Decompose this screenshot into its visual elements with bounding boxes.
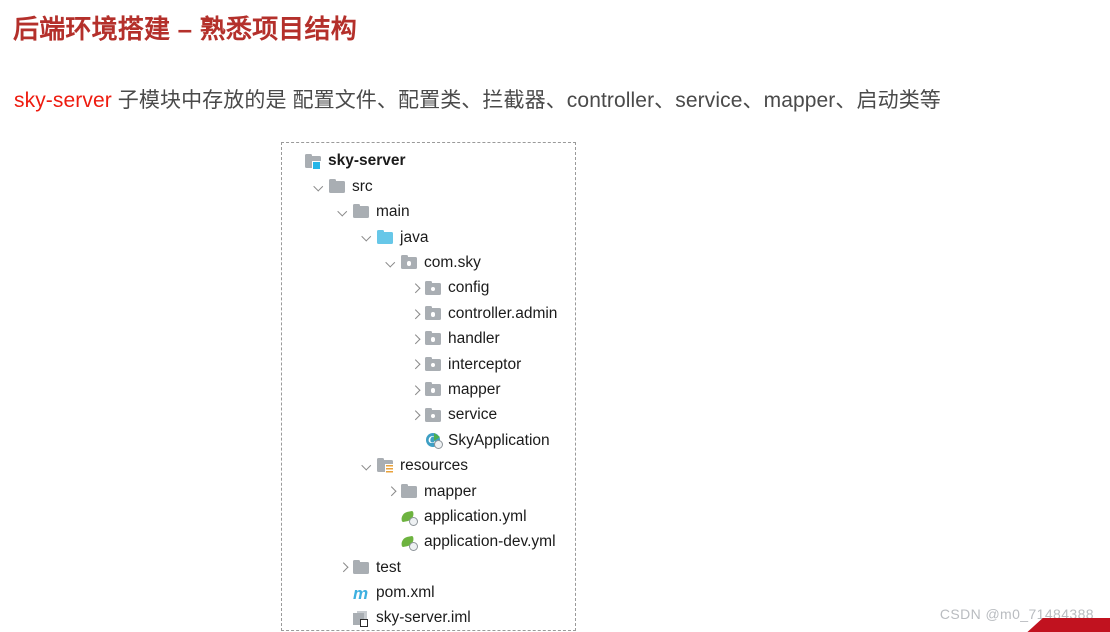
maven-icon: m <box>353 583 369 603</box>
tree-node[interactable]: m pom.xml <box>282 581 575 606</box>
folder-icon <box>400 483 419 500</box>
chevron-right-icon[interactable] <box>408 307 423 322</box>
spring-yml-icon <box>399 534 419 552</box>
spring-yml-icon <box>399 509 419 526</box>
package-icon <box>424 382 443 399</box>
tree-node-label: pom.xml <box>376 584 435 602</box>
folder-icon <box>328 179 347 196</box>
chevron-right-icon[interactable] <box>408 357 423 372</box>
tree-rows: sky-server src main java com.sky config contro… <box>282 149 575 630</box>
tree-node[interactable]: service <box>282 403 575 428</box>
tree-node-label: mapper <box>448 380 501 398</box>
chevron-down-icon[interactable] <box>360 459 375 474</box>
tree-node-label: sky-server.iml <box>376 609 471 627</box>
tree-node-label: application-dev.yml <box>424 533 556 551</box>
chevron-down-icon[interactable] <box>336 205 351 220</box>
tree-node-label: controller.admin <box>448 304 558 322</box>
tree-node-label: SkyApplication <box>448 431 550 449</box>
tree-node[interactable]: controller.admin <box>282 301 575 326</box>
project-tree-panel: sky-server src main java com.sky config contro… <box>281 142 576 631</box>
folder-icon <box>352 559 371 576</box>
tree-node[interactable]: C SkyApplication <box>282 428 575 453</box>
tree-node[interactable]: com.sky <box>282 251 575 276</box>
tree-node-label: src <box>352 177 373 195</box>
page-title: 后端环境搭建 – 熟悉项目结构 <box>13 14 357 44</box>
tree-node[interactable]: src <box>282 174 575 199</box>
tree-node[interactable]: sky-server <box>282 149 575 174</box>
tree-node-label: test <box>376 558 401 576</box>
resources-folder-icon <box>376 458 395 475</box>
chevron-right-icon[interactable] <box>384 484 399 499</box>
folder-icon <box>352 204 371 221</box>
tree-node[interactable]: main <box>282 200 575 225</box>
chevron-right-icon[interactable] <box>408 383 423 398</box>
source-root-folder-icon <box>376 229 395 246</box>
tree-node-label: main <box>376 203 410 221</box>
package-icon <box>424 356 443 373</box>
tree-node[interactable]: mapper <box>282 479 575 504</box>
tree-node-label: com.sky <box>424 254 481 271</box>
subtitle-line: sky-server 子模块中存放的是 配置文件、配置类、拦截器、control… <box>14 84 941 114</box>
subtitle-highlight: sky-server <box>14 89 112 112</box>
package-icon <box>424 280 443 297</box>
tree-node-label: application.yml <box>424 507 527 525</box>
tree-node-label: mapper <box>424 482 477 500</box>
tree-node-label: handler <box>448 330 500 348</box>
package-icon <box>424 407 443 424</box>
tree-node-label: config <box>448 279 490 297</box>
chevron-down-icon[interactable] <box>312 180 327 195</box>
tree-node[interactable]: mapper <box>282 378 575 403</box>
tree-node-label: sky-server <box>328 152 406 170</box>
tree-node[interactable]: application.yml <box>282 504 575 529</box>
package-icon <box>400 255 419 272</box>
java-class-run-icon: C <box>424 432 443 450</box>
tree-node[interactable]: handler <box>282 327 575 352</box>
chevron-right-icon[interactable] <box>408 281 423 296</box>
tree-node-label: interceptor <box>448 355 522 373</box>
chevron-right-icon[interactable] <box>408 408 423 423</box>
chevron-right-icon[interactable] <box>408 332 423 347</box>
tree-node[interactable]: resources <box>282 454 575 479</box>
tree-node[interactable]: test <box>282 555 575 580</box>
tree-node[interactable]: java <box>282 225 575 250</box>
chevron-down-icon[interactable] <box>384 256 399 271</box>
tree-node-label: resources <box>400 457 469 475</box>
tree-node[interactable]: config <box>282 276 575 301</box>
iml-module-file-icon <box>352 610 371 627</box>
subtitle-rest: 子模块中存放的是 配置文件、配置类、拦截器、controller、service… <box>111 89 941 112</box>
tree-node-label: service <box>448 406 498 424</box>
tree-node[interactable]: application-dev.yml <box>282 530 575 555</box>
tree-node-label: java <box>400 228 429 246</box>
tree-node[interactable]: interceptor <box>282 352 575 377</box>
package-icon <box>424 331 443 348</box>
tree-node[interactable]: sky-server.iml <box>282 606 575 630</box>
chevron-right-icon[interactable] <box>336 560 351 575</box>
chevron-down-icon[interactable] <box>360 230 375 245</box>
module-folder-icon <box>304 153 323 171</box>
package-icon <box>424 306 443 323</box>
